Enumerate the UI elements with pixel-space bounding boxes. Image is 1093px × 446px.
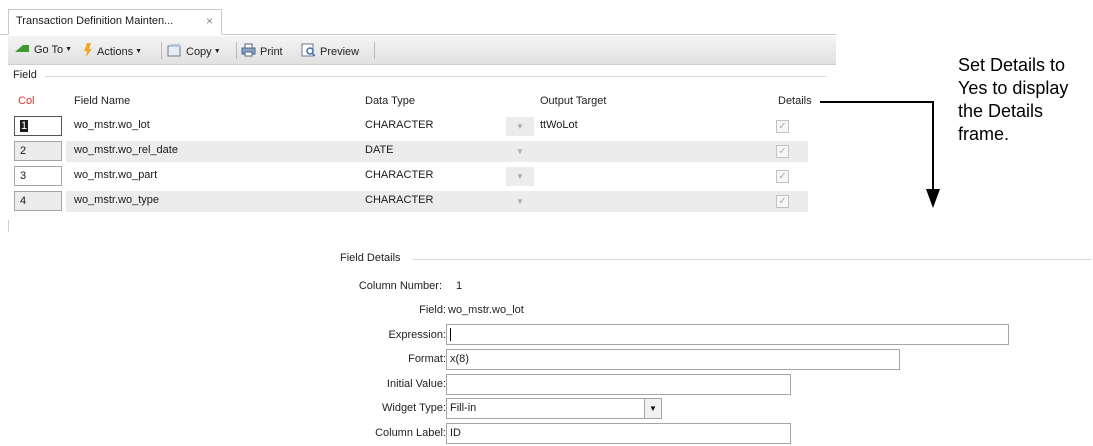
data-type-cell: DATE xyxy=(365,144,394,156)
text-cursor xyxy=(450,328,451,341)
expression-label: Expression: xyxy=(388,329,446,341)
chevron-down-icon: ▼ xyxy=(65,46,73,53)
col-number: 3 xyxy=(20,170,27,182)
column-number-value: 1 xyxy=(456,280,463,292)
chevron-down-icon[interactable]: ▼ xyxy=(644,399,661,418)
col-number: 1 xyxy=(20,120,29,132)
dropdown-icon[interactable]: ▼ xyxy=(506,192,534,211)
field-name-cell: wo_mstr.wo_rel_date xyxy=(74,144,178,156)
details-checkbox[interactable]: ✓ xyxy=(776,120,789,133)
column-label-input[interactable]: ID xyxy=(446,423,791,444)
output-target-field[interactable] xyxy=(536,141,808,162)
annotation-text: Set Details to Yes to display the Detail… xyxy=(958,55,1069,144)
format-value: x(8) xyxy=(450,353,469,365)
data-type-cell: CHARACTER xyxy=(365,194,434,206)
tab-bar: Transaction Definition Mainten... × xyxy=(0,0,836,35)
preview-button[interactable]: Preview xyxy=(301,43,359,60)
field-label: Field: xyxy=(419,304,446,316)
table-row[interactable]: 1 wo_mstr.wo_lot CHARACTER ▼ ttWoLot ✓ xyxy=(14,116,808,137)
dropdown-icon[interactable]: ▼ xyxy=(506,117,534,136)
tab-transaction-definition[interactable]: Transaction Definition Mainten... × xyxy=(8,9,222,35)
field-name-cell: wo_mstr.wo_lot xyxy=(74,119,150,131)
table-row[interactable]: 3 wo_mstr.wo_part CHARACTER ▼ ✓ xyxy=(14,166,808,187)
toolbar-separator xyxy=(161,42,162,59)
output-target-field[interactable]: ttWoLot xyxy=(536,116,808,137)
copy-button[interactable]: Copy ▼ xyxy=(167,43,221,60)
output-target-field[interactable] xyxy=(536,191,808,212)
data-type-cell: CHARACTER xyxy=(365,169,434,181)
print-button[interactable]: Print xyxy=(241,43,283,60)
actions-label: Actions xyxy=(97,45,134,58)
print-label: Print xyxy=(260,45,283,58)
data-type-header: Data Type xyxy=(365,95,415,107)
field-value: wo_mstr.wo_lot xyxy=(448,304,524,316)
col-number-input[interactable]: 4 xyxy=(14,191,62,211)
column-number-label: Column Number: xyxy=(358,280,442,292)
col-number-input[interactable]: 3 xyxy=(14,166,62,186)
print-icon xyxy=(241,43,256,60)
details-checkbox[interactable]: ✓ xyxy=(776,195,789,208)
data-type-cell: CHARACTER xyxy=(365,119,434,131)
col-number: 2 xyxy=(20,145,27,157)
details-section-title: Field Details xyxy=(340,252,401,264)
annotation-arrow-line xyxy=(820,101,934,103)
arrow-down-icon xyxy=(926,189,940,208)
col-number-input[interactable]: 2 xyxy=(14,141,62,161)
col-number: 4 xyxy=(20,195,27,207)
widget-type-select[interactable]: Fill-in ▼ xyxy=(446,398,662,419)
format-label: Format: xyxy=(408,353,446,365)
details-section-divider xyxy=(412,259,1092,260)
toolbar-separator xyxy=(374,42,375,59)
field-section-divider xyxy=(45,76,826,77)
goto-button[interactable]: Go To ▼ xyxy=(14,43,72,56)
initial-value-label: Initial Value: xyxy=(386,378,446,390)
dropdown-icon[interactable]: ▼ xyxy=(506,142,534,161)
field-name-cell: wo_mstr.wo_part xyxy=(74,169,158,181)
col-header: Col xyxy=(18,95,35,107)
table-row[interactable]: 2 wo_mstr.wo_rel_date DATE ▼ ✓ xyxy=(14,141,808,162)
details-checkbox[interactable]: ✓ xyxy=(776,145,789,158)
toolbar-separator xyxy=(236,42,237,59)
preview-label: Preview xyxy=(320,45,360,58)
field-name-header: Field Name xyxy=(74,95,131,107)
format-input[interactable]: x(8) xyxy=(446,349,900,370)
dropdown-icon[interactable]: ▼ xyxy=(506,167,534,186)
preview-icon xyxy=(301,43,316,60)
close-icon[interactable]: × xyxy=(206,14,213,28)
tab-title: Transaction Definition Mainten... xyxy=(16,15,174,27)
goto-label: Go To xyxy=(34,43,64,56)
copy-icon xyxy=(167,43,182,60)
output-target-field[interactable] xyxy=(536,166,808,187)
annotation-arrow-line xyxy=(932,101,934,192)
copy-label: Copy xyxy=(186,45,212,58)
column-label-label: Column Label: xyxy=(375,427,446,439)
widget-type-value: Fill-in xyxy=(450,402,477,414)
toolbar: Go To ▼ Actions ▼ Copy ▼ Print Preview xyxy=(8,36,836,65)
chevron-down-icon: ▼ xyxy=(135,48,143,55)
output-target-cell: ttWoLot xyxy=(540,119,578,131)
widget-type-label: Widget Type: xyxy=(382,402,446,414)
initial-value-input[interactable] xyxy=(446,374,791,395)
expression-input[interactable] xyxy=(446,324,1009,345)
chevron-down-icon: ▼ xyxy=(213,48,221,55)
output-target-header: Output Target xyxy=(540,95,607,107)
actions-button[interactable]: Actions ▼ xyxy=(83,43,142,60)
table-row[interactable]: 4 wo_mstr.wo_type CHARACTER ▼ ✓ xyxy=(14,191,808,212)
frame-edge xyxy=(8,220,9,232)
column-label-value: ID xyxy=(450,427,461,439)
details-header: Details xyxy=(778,95,812,107)
col-number-input[interactable]: 1 xyxy=(14,116,62,136)
details-checkbox[interactable]: ✓ xyxy=(776,170,789,183)
field-name-cell: wo_mstr.wo_type xyxy=(74,194,159,206)
field-section-title: Field xyxy=(13,69,37,81)
goto-icon xyxy=(14,43,30,56)
actions-icon xyxy=(83,43,93,60)
